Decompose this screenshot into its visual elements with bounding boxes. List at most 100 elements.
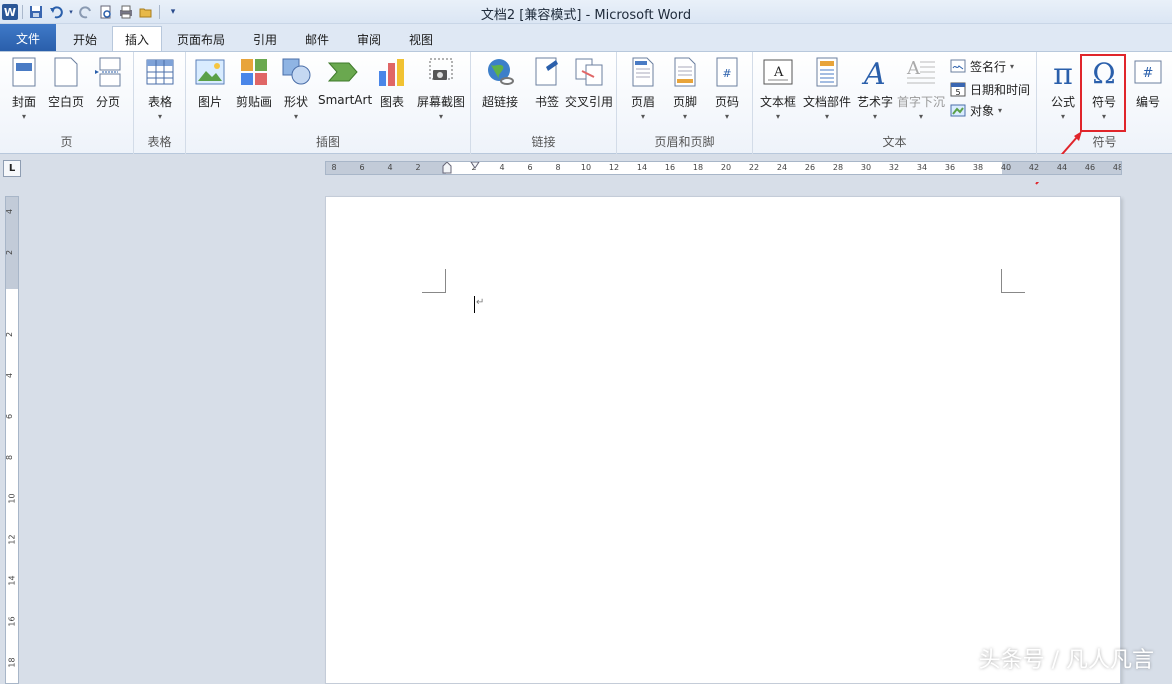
textbox-button[interactable]: A 文本框 ▾ <box>755 56 801 136</box>
ruler-number: 40 <box>1000 163 1012 172</box>
smartart-label: SmartArt <box>318 93 373 107</box>
calendar-icon: 5 <box>950 82 966 97</box>
object-icon <box>950 104 966 117</box>
header-button[interactable]: 页眉 ▾ <box>621 56 665 136</box>
clipart-button[interactable]: 剪贴画 <box>232 56 276 136</box>
group-table: 表格 ▾ 表格 <box>134 52 186 154</box>
ruler-number: 18 <box>7 657 17 668</box>
tab-file[interactable]: 文件 <box>0 24 56 51</box>
horizontal-ruler[interactable]: 8 6 4 2 2 4 6 8 10 12 14 16 18 20 22 24 26 28 30 32 34 36 38 40… <box>325 161 1122 175</box>
document-page[interactable]: ↵ <box>325 196 1121 684</box>
svg-text:#: # <box>1143 66 1154 81</box>
chevron-down-icon: ▾ <box>724 112 729 121</box>
ruler-number: 8 <box>5 454 15 461</box>
ruler-number: 38 <box>972 163 984 172</box>
picture-button[interactable]: 图片 <box>188 56 232 136</box>
date-time-button[interactable]: 5 日期和时间 <box>950 79 1030 99</box>
ruler-number: 18 <box>692 163 704 172</box>
screenshot-button[interactable]: 屏幕截图 ▾ <box>414 56 468 136</box>
paragraph-mark: ↵ <box>476 297 485 308</box>
equation-button[interactable]: π 公式 ▾ <box>1041 56 1085 136</box>
group-label-header-footer: 页眉和页脚 <box>654 135 715 149</box>
chevron-down-icon: ▾ <box>293 112 298 121</box>
tab-selector[interactable]: L <box>3 160 21 177</box>
page-break-button[interactable]: 分页 <box>86 56 130 136</box>
table-label: 表格 <box>147 95 172 109</box>
chevron-down-icon: ▾ <box>438 112 443 121</box>
quick-parts-button[interactable]: 文档部件 ▾ <box>801 56 853 136</box>
chevron-down-icon: ▾ <box>682 112 687 121</box>
date-time-label: 日期和时间 <box>970 82 1031 97</box>
svg-text:A: A <box>773 65 784 80</box>
page-break-label: 分页 <box>95 95 120 109</box>
group-text: A 文本框 ▾ 文档部件 ▾ A 艺术字 ▾ A 首字下沉 ▾ 签名行 ▾ 5 … <box>753 52 1037 154</box>
hyperlink-button[interactable]: 超链接 <box>475 56 525 136</box>
chevron-down-icon: ▾ <box>1060 112 1065 121</box>
blank-page-button[interactable]: 空白页 <box>44 56 88 136</box>
tab-mailings[interactable]: 邮件 <box>294 27 340 51</box>
ruler-number: 26 <box>804 163 816 172</box>
chevron-down-icon: ▾ <box>775 112 780 121</box>
numbering-label: 编号 <box>1135 95 1160 109</box>
group-label-links: 链接 <box>531 135 556 149</box>
ruler-number: 10 <box>580 163 592 172</box>
smartart-icon <box>327 56 359 88</box>
page-number-button[interactable]: # 页码 ▾ <box>705 56 749 136</box>
object-button[interactable]: 对象 ▾ <box>950 100 1002 120</box>
blank-page-label: 空白页 <box>47 95 84 109</box>
tab-references[interactable]: 引用 <box>240 27 290 51</box>
ruler-number: 14 <box>636 163 648 172</box>
screenshot-label: 屏幕截图 <box>416 95 465 109</box>
cover-page-button[interactable]: 封面 ▾ <box>2 56 46 136</box>
equation-label: 公式 <box>1050 95 1075 109</box>
vertical-ruler[interactable]: 4 2 2 4 6 8 10 12 14 16 18 <box>5 196 19 684</box>
footer-button[interactable]: 页脚 ▾ <box>663 56 707 136</box>
tab-page-layout[interactable]: 页面布局 <box>166 27 236 51</box>
ruler-number: 30 <box>860 163 872 172</box>
ruler-number: 2 <box>415 163 421 172</box>
ruler-number: 42 <box>1028 163 1040 172</box>
textbox-icon: A <box>762 56 794 88</box>
clipart-icon <box>238 56 270 88</box>
group-links: 超链接 书签 交叉引用 链接 <box>471 52 617 154</box>
svg-text:5: 5 <box>955 88 960 97</box>
tab-view[interactable]: 视图 <box>398 27 444 51</box>
ruler-number: 32 <box>888 163 900 172</box>
table-icon <box>144 56 176 88</box>
numbering-button[interactable]: # 编号 <box>1126 56 1170 136</box>
ruler-number: 12 <box>608 163 620 172</box>
wordart-button[interactable]: A 艺术字 ▾ <box>853 56 897 136</box>
ruler-number: 12 <box>7 534 17 545</box>
numbering-icon: # <box>1132 56 1164 88</box>
chevron-down-icon: ▾ <box>21 112 26 121</box>
page-break-icon <box>92 56 124 88</box>
ruler-number: 6 <box>527 163 533 172</box>
table-button[interactable]: 表格 ▾ <box>138 56 182 136</box>
indent-marker-icon[interactable] <box>442 162 452 174</box>
ruler-number: 2 <box>5 331 15 338</box>
title-bar: W ▾ ▾ 文档2 [兼容模式] - Microsoft Word <box>0 0 1172 24</box>
chart-button[interactable]: 图表 <box>370 56 414 136</box>
tab-review[interactable]: 审阅 <box>344 27 394 51</box>
group-label-illustrations: 插图 <box>315 135 340 149</box>
symbol-highlight-box <box>1080 54 1126 132</box>
tab-insert[interactable]: 插入 <box>112 26 162 51</box>
first-line-indent-icon[interactable] <box>470 162 480 170</box>
svg-text:#: # <box>722 67 731 80</box>
chevron-down-icon: ▾ <box>998 105 1003 115</box>
hyperlink-label: 超链接 <box>481 95 518 109</box>
ruler-number: 22 <box>748 163 760 172</box>
ruler-margin-left <box>326 162 446 174</box>
signature-line-button[interactable]: 签名行 ▾ <box>950 56 1014 76</box>
tab-home[interactable]: 开始 <box>60 27 110 51</box>
svg-text:A: A <box>906 58 921 79</box>
ruler-number: 8 <box>555 163 561 172</box>
shapes-button[interactable]: 形状 ▾ <box>274 56 318 136</box>
group-label-table: 表格 <box>147 135 172 149</box>
ruler-number: 6 <box>359 163 365 172</box>
dropcap-button[interactable]: A 首字下沉 ▾ <box>897 56 945 136</box>
cover-page-label: 封面 <box>11 95 36 109</box>
smartart-button[interactable]: SmartArt <box>318 56 373 136</box>
cross-reference-button[interactable]: 交叉引用 <box>563 56 615 136</box>
ruler-number: 34 <box>916 163 928 172</box>
